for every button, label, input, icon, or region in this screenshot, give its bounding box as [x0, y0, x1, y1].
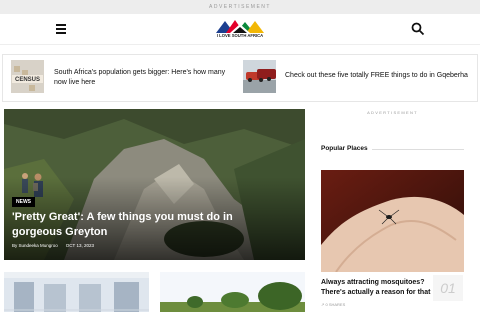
popular-item-title[interactable]: Always attracting mosquitoes? There's ac… — [321, 278, 433, 298]
top-advertisement-bar: ADVERTISEMENT — [0, 0, 480, 14]
hero-title[interactable]: 'Pretty Great': A few things you must do… — [12, 210, 282, 240]
share-icon: ↗ — [321, 302, 325, 307]
publish-date: OCT 13, 2023 — [65, 243, 94, 248]
popular-places-heading: Popular Places — [321, 145, 368, 152]
popular-item-number: 01 — [433, 275, 463, 301]
teaser-thumbnail — [243, 60, 276, 93]
popular-item-image[interactable] — [321, 170, 464, 272]
teaser-thumbnail: CENSUS — [11, 60, 44, 93]
search-icon[interactable] — [411, 22, 425, 36]
svg-text:CENSUS: CENSUS — [15, 77, 40, 83]
hero-article[interactable]: NEWS 'Pretty Great': A few things you mu… — [4, 109, 305, 260]
hamburger-menu-icon[interactable] — [56, 24, 66, 34]
article-card-image — [4, 272, 149, 312]
article-card-image — [160, 272, 305, 312]
share-count: ↗ 0 SHARES — [321, 302, 346, 307]
teaser-item[interactable]: CENSUS South Africa's population gets bi… — [11, 60, 231, 96]
teaser-strip: CENSUS South Africa's population gets bi… — [2, 54, 478, 102]
category-badge[interactable]: NEWS — [12, 197, 35, 207]
sidebar-advertisement-label: ADVERTISEMENT — [367, 110, 418, 115]
hero-byline: By Sundeeka Mungroo OCT 13, 2023 — [12, 243, 94, 248]
article-card[interactable] — [160, 272, 305, 312]
heading-divider — [372, 149, 464, 150]
logo-mountains-icon — [216, 20, 264, 33]
teaser-item[interactable]: Check out these five totally FREE things… — [243, 60, 477, 96]
site-logo[interactable]: I LOVE SOUTH AFRICA — [212, 19, 268, 41]
teaser-title[interactable]: Check out these five totally FREE things… — [285, 71, 480, 81]
article-card[interactable] — [4, 272, 149, 312]
author-name[interactable]: By Sundeeka Mungroo — [12, 243, 58, 248]
teaser-title[interactable]: South Africa's population gets bigger: H… — [54, 68, 239, 88]
site-header: I LOVE SOUTH AFRICA — [0, 14, 480, 45]
logo-text: I LOVE SOUTH AFRICA — [216, 33, 264, 38]
